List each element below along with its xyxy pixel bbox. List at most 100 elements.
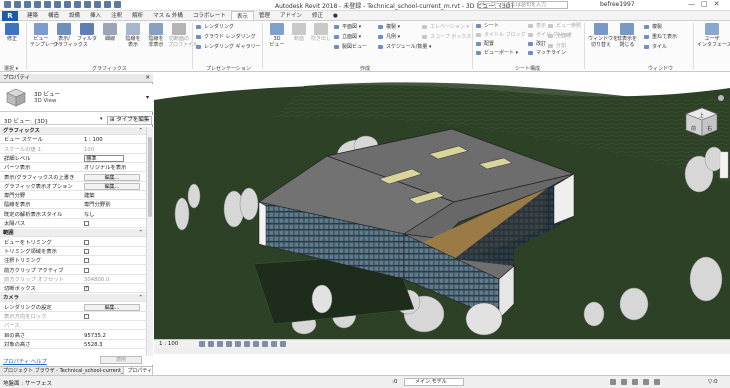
- tab-11[interactable]: 修正: [307, 11, 328, 20]
- chevron-down-icon[interactable]: ▾: [146, 94, 149, 101]
- properties-help-link[interactable]: プロパティ ヘルプ: [3, 357, 47, 365]
- select-links-icon[interactable]: [610, 379, 616, 385]
- window-item-0[interactable]: 複製: [644, 24, 662, 30]
- create-item-0[interactable]: 平面図 ▾: [334, 24, 361, 30]
- filter-count[interactable]: ▽:0: [708, 379, 718, 385]
- tab-6[interactable]: マス & 外構: [148, 11, 188, 20]
- window-item-2[interactable]: タイル: [644, 44, 667, 50]
- close-hidden-icon[interactable]: [114, 1, 121, 8]
- property-row[interactable]: 既定の解析表示スタイル なし: [0, 211, 146, 219]
- ribbon-btn-section[interactable]: 断面: [288, 23, 310, 42]
- user-name[interactable]: befree1997: [600, 1, 635, 8]
- ribbon-btn-close-inactive[interactable]: 非表示を 閉じる: [614, 23, 640, 48]
- property-row[interactable]: 太陽パス: [0, 220, 146, 228]
- property-row[interactable]: 表示方向をロック: [0, 313, 146, 321]
- property-row[interactable]: 陰線を表示 専門分野別: [0, 201, 146, 210]
- measure-icon[interactable]: [54, 1, 61, 8]
- render-icon[interactable]: [235, 341, 241, 347]
- ribbon-btn-3d-view[interactable]: 3D ビュー: [266, 23, 288, 48]
- property-row[interactable]: ビュー スケール 1 : 100: [0, 136, 146, 145]
- property-checkbox[interactable]: [84, 258, 89, 264]
- property-row[interactable]: 切断ボックス: [0, 284, 146, 294]
- tab-9[interactable]: 管理: [254, 11, 275, 20]
- close-button[interactable]: ✕: [714, 0, 720, 8]
- thin-lines-icon[interactable]: [104, 1, 111, 8]
- crop-view-icon[interactable]: [244, 341, 250, 347]
- tab-12[interactable]: ●: [328, 11, 343, 20]
- property-row[interactable]: パース: [0, 322, 146, 331]
- restore-button[interactable]: □: [701, 0, 708, 8]
- create-item-3[interactable]: 複製 ▾: [378, 24, 400, 30]
- property-checkbox[interactable]: [84, 284, 89, 292]
- create-item-7[interactable]: スコープ ボックス: [422, 34, 471, 40]
- apply-button[interactable]: 適用: [100, 356, 142, 364]
- sheet-item-2[interactable]: 配置: [476, 41, 494, 47]
- property-row[interactable]: 目の高さ 95735.2: [0, 332, 146, 340]
- property-row[interactable]: 前方クリップ オフセット 304800.0: [0, 276, 146, 284]
- property-row[interactable]: レンダリングの設定 編集...: [0, 303, 146, 312]
- render-item-0[interactable]: レンダリング: [196, 24, 234, 30]
- property-row[interactable]: スケールの値 1: 100: [0, 146, 146, 154]
- modify-button[interactable]: 修正: [2, 23, 22, 42]
- sheet-dis-item-2[interactable]: 分割: [548, 43, 566, 49]
- create-item-6[interactable]: エレベーション ▾: [422, 24, 469, 30]
- render-item-1[interactable]: クラウド レンダリング: [196, 34, 256, 40]
- tab-10[interactable]: アドイン: [275, 11, 307, 20]
- open-icon[interactable]: [4, 1, 11, 8]
- tag-icon[interactable]: [64, 1, 71, 8]
- section-icon[interactable]: [94, 1, 101, 8]
- property-row[interactable]: パーツ表示 オリジナルを表示: [0, 164, 146, 173]
- sun-path-icon[interactable]: [217, 341, 223, 347]
- property-checkbox[interactable]: [84, 267, 89, 273]
- edit-button[interactable]: 編集...: [84, 182, 140, 190]
- ribbon-btn-visibility[interactable]: 表示/ グラフィックス: [53, 23, 88, 48]
- edit-button[interactable]: 編集...: [84, 173, 140, 181]
- select-by-face-icon[interactable]: [643, 379, 649, 385]
- ribbon-btn-filter[interactable]: フィルタ: [76, 23, 98, 42]
- sheet-item-3[interactable]: ビューポート ▾: [476, 50, 518, 56]
- create-item-4[interactable]: 凡例 ▾: [378, 34, 400, 40]
- create-item-1[interactable]: 立面図 ▾: [334, 34, 361, 40]
- type-selector[interactable]: 3D ビュー 3D View ▾: [0, 84, 153, 112]
- lock-icon[interactable]: [262, 341, 268, 347]
- drag-elements-icon[interactable]: [654, 379, 660, 385]
- worksets-count[interactable]: :0: [392, 379, 397, 385]
- ribbon-btn-callout[interactable]: 吹き出し: [310, 23, 332, 42]
- collapse-icon[interactable]: ⌃: [139, 229, 143, 237]
- sheet-dis-item-0[interactable]: ビュー参照: [548, 23, 581, 29]
- property-row[interactable]: 表示/グラフィックスの上書き 編集...: [0, 173, 146, 182]
- search-input[interactable]: キーワードまたは語句を入力: [478, 1, 568, 9]
- sheet-item-0[interactable]: シート: [476, 23, 499, 29]
- property-row[interactable]: 対象の高さ 5528.3: [0, 341, 146, 349]
- properties-scrollbar[interactable]: [146, 127, 153, 360]
- palette-tab-1[interactable]: プロパティ: [124, 367, 153, 375]
- detail-level-icon[interactable]: [199, 341, 205, 347]
- select-panel-label[interactable]: 選択 ▾: [4, 65, 18, 72]
- 3d-viewport[interactable]: 上 前 右: [154, 74, 730, 339]
- edit-type-button[interactable]: ⊞ タイプを編集: [107, 116, 153, 125]
- tab-0[interactable]: 建築: [22, 11, 43, 20]
- minimize-button[interactable]: —: [688, 0, 695, 8]
- ribbon-btn-remove-hidden[interactable]: 陰線を 非表示: [145, 23, 167, 48]
- visual-style-icon[interactable]: [208, 341, 214, 347]
- tab-5[interactable]: 解析: [127, 11, 148, 20]
- ribbon-btn-view-template[interactable]: ビュー テンプレート: [30, 23, 60, 48]
- quick-access-toolbar[interactable]: [4, 1, 121, 8]
- show-crop-icon[interactable]: [253, 341, 259, 347]
- property-checkbox[interactable]: [84, 248, 89, 254]
- tab-4[interactable]: 注釈: [106, 11, 127, 20]
- select-underlay-icon[interactable]: [621, 379, 627, 385]
- property-checkbox[interactable]: [84, 314, 89, 319]
- ribbon-btn-switch-window[interactable]: ウィンドウを 切り替え: [588, 23, 618, 48]
- close-icon[interactable]: ✕: [145, 74, 150, 83]
- save-icon[interactable]: [14, 1, 21, 8]
- property-checkbox[interactable]: [84, 221, 89, 226]
- ribbon-btn-thin-lines[interactable]: 細線: [99, 23, 121, 42]
- view-horizontal-scrollbar[interactable]: [154, 348, 730, 354]
- property-row[interactable]: グラフィック表示オプション 編集...: [0, 182, 146, 191]
- temporary-hide-icon[interactable]: [271, 341, 277, 347]
- tab-2[interactable]: 設備: [64, 11, 85, 20]
- tab-8[interactable]: 表示: [230, 11, 254, 20]
- ribbon-btn-show-hidden[interactable]: 陰線を 表示: [122, 23, 144, 48]
- property-row[interactable]: 専門分野 建築: [0, 192, 146, 201]
